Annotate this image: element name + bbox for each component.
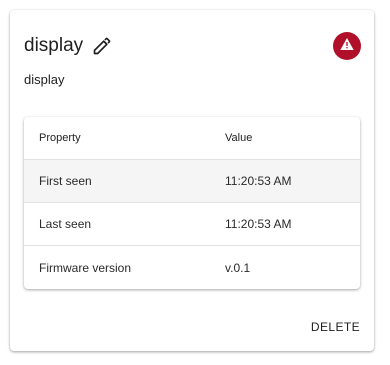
column-header-value: Value xyxy=(225,132,253,144)
device-subtitle: display xyxy=(24,72,65,87)
table-row: Last seen 11:20:53 AM xyxy=(24,203,360,246)
table-row: First seen 11:20:53 AM xyxy=(24,160,360,203)
properties-table: Property Value First seen 11:20:53 AM La… xyxy=(24,117,360,289)
property-cell: First seen xyxy=(39,174,92,188)
table-header-row: Property Value xyxy=(24,117,360,160)
property-cell: Firmware version xyxy=(39,260,132,275)
edit-pencil-icon[interactable] xyxy=(92,36,112,56)
table-row: Firmware version v.0.1 xyxy=(24,246,360,289)
value-cell: v.0.1 xyxy=(225,260,251,275)
delete-button[interactable]: DELETE xyxy=(311,320,360,334)
value-cell: 11:20:53 AM xyxy=(225,174,292,188)
card-header: display xyxy=(24,35,112,57)
warning-triangle-icon xyxy=(339,36,355,57)
property-cell: Last seen xyxy=(39,217,92,231)
value-cell: 11:20:53 AM xyxy=(225,217,292,231)
device-title: display xyxy=(24,35,84,56)
warning-status-badge xyxy=(333,32,361,60)
device-card: display display Property Value First see… xyxy=(10,10,374,351)
column-header-property: Property xyxy=(39,132,81,144)
